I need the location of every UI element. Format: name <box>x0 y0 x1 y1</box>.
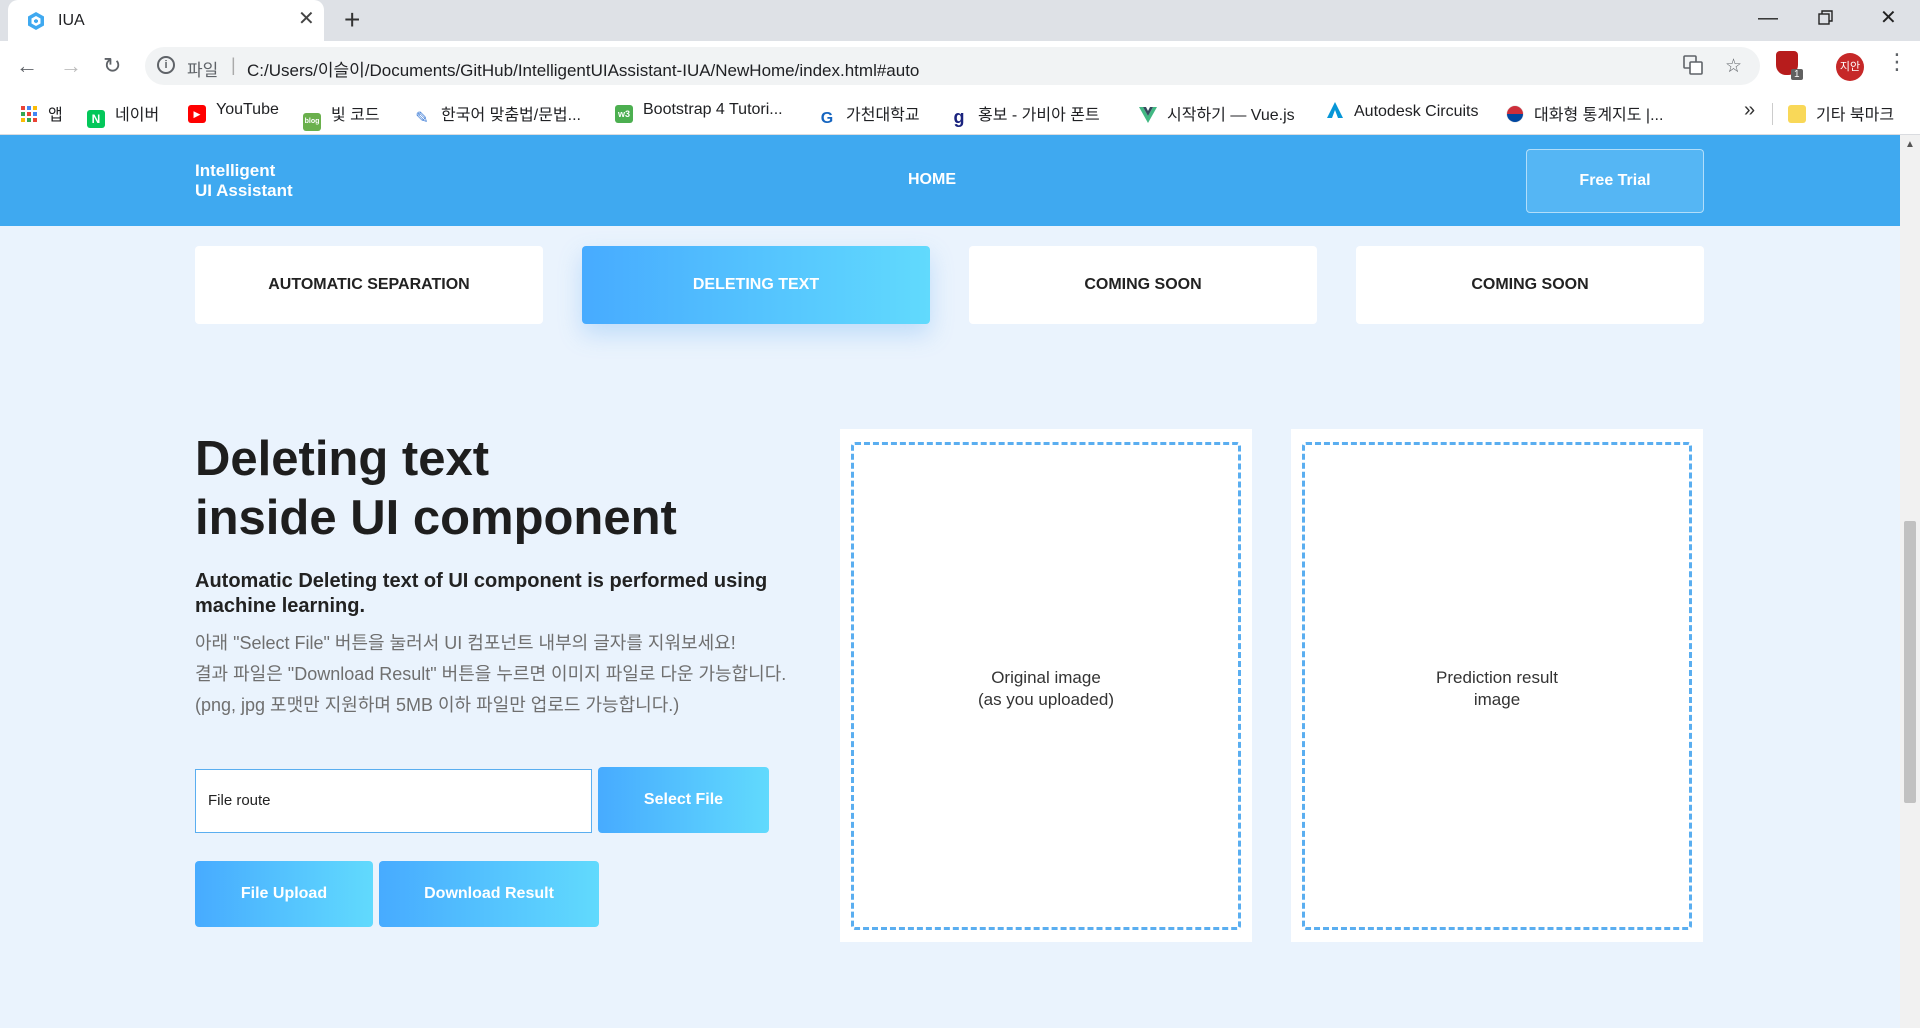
bookmark-label: 홍보 - 가비아 폰트 <box>978 107 1100 124</box>
url-scheme: 파일 <box>187 61 219 80</box>
new-tab-icon[interactable]: + <box>344 5 360 35</box>
youtube-icon: ▶ <box>188 105 206 123</box>
bookmark-statistics-map[interactable]: 대화형 통계지도 |... <box>1506 101 1663 127</box>
title-line-2: inside UI component <box>195 491 677 545</box>
address-bar[interactable]: i 파일 | C:/Users/이슬이/Documents/GitHub/Int… <box>145 47 1760 85</box>
file-upload-button[interactable]: File Upload <box>195 861 373 927</box>
bookmark-label: 대화형 통계지도 |... <box>1534 107 1664 124</box>
bookmark-gachon[interactable]: G 가천대학교 <box>818 101 920 127</box>
bookmark-label: 가천대학교 <box>846 107 920 124</box>
description-line-1: 아래 "Select File" 버튼을 눌러서 UI 컴포넌트 내부의 글자를… <box>195 633 736 653</box>
tab-coming-soon-2[interactable]: COMING SOON <box>1356 246 1704 324</box>
info-icon[interactable]: i <box>157 56 175 74</box>
prediction-result-placeholder: Prediction result image <box>1305 667 1689 711</box>
more-bookmarks-icon[interactable]: » <box>1744 99 1755 122</box>
extension-badge: 1 <box>1791 69 1803 80</box>
logo-line-2: UI Assistant <box>195 181 293 200</box>
bookmark-naver[interactable]: N 네이버 <box>87 101 160 128</box>
bookmark-label: 앱 <box>48 107 63 124</box>
original-image-panel: Original image (as you uploaded) <box>840 429 1252 942</box>
bookmark-apps[interactable]: 앱 <box>20 101 63 127</box>
bookmark-label: 한국어 맞춤법/문법... <box>441 107 581 124</box>
profile-avatar[interactable]: 지안 <box>1836 53 1864 81</box>
select-file-button[interactable]: Select File <box>598 767 769 833</box>
vue-icon <box>1139 107 1157 125</box>
tab-close-icon[interactable]: ✕ <box>298 9 315 29</box>
file-route-field[interactable]: File route <box>195 769 592 833</box>
nav-home-link[interactable]: HOME <box>908 171 956 189</box>
original-label-line-2: (as you uploaded) <box>977 690 1115 709</box>
original-image-placeholder: Original image (as you uploaded) <box>854 667 1238 711</box>
bookmark-autodesk[interactable]: Autodesk Circuits <box>1326 101 1479 127</box>
korea-flag-icon <box>1506 105 1524 123</box>
w3-icon: w3 <box>615 105 633 123</box>
tab-title: IUA <box>58 12 85 29</box>
close-window-icon[interactable]: ✕ <box>1880 6 1897 30</box>
free-trial-button[interactable]: Free Trial <box>1526 149 1704 213</box>
back-icon[interactable]: ← <box>16 55 38 77</box>
bookmark-vue[interactable]: 시작하기 — Vue.js <box>1139 101 1295 127</box>
page-subtitle: Automatic Deleting text of UI component … <box>195 570 768 617</box>
prediction-result-area: Prediction result image <box>1302 442 1692 930</box>
tab-coming-soon-1[interactable]: COMING SOON <box>969 246 1317 324</box>
page-content: Intelligent UI Assistant HOME Free Trial… <box>0 135 1900 1028</box>
bookmarks-bar: 앱 N 네이버 ▶ YouTube blog 빛 코드 ✎ 한국어 맞춤법/문법... … <box>0 93 1920 135</box>
browser-menu-icon[interactable]: ⋮ <box>1886 51 1908 73</box>
bookmark-label: Autodesk Circuits <box>1354 103 1479 120</box>
title-line-1: Deleting text <box>195 432 490 486</box>
folder-icon <box>1788 105 1806 123</box>
original-label-line-1: Original image <box>991 668 1101 687</box>
download-result-button[interactable]: Download Result <box>379 861 599 927</box>
naver-icon: N <box>87 110 105 128</box>
bookmark-other-folder[interactable]: 기타 북마크 <box>1788 101 1894 127</box>
bookmark-youtube[interactable]: ▶ YouTube <box>188 101 279 127</box>
logo-line-1: Intelligent <box>195 161 276 180</box>
forward-icon[interactable]: → <box>60 55 82 77</box>
browser-titlebar: IUA ✕ + — ✕ <box>0 0 1920 41</box>
bookmark-gabia[interactable]: g 홍보 - 가비아 폰트 <box>950 101 1100 127</box>
blog-icon: blog <box>303 113 321 131</box>
iua-favicon-icon <box>28 12 44 30</box>
bookmark-spellcheck[interactable]: ✎ 한국어 맞춤법/문법... <box>413 101 581 127</box>
page-title: Deleting text inside UI component <box>195 430 677 548</box>
autodesk-icon <box>1326 101 1344 119</box>
bookmark-label: 네이버 <box>115 107 160 124</box>
spellcheck-icon: ✎ <box>415 110 429 127</box>
apps-grid-icon <box>20 105 38 123</box>
site-logo[interactable]: Intelligent UI Assistant <box>195 161 293 201</box>
page-scrollbar[interactable]: ▲ <box>1900 135 1920 1028</box>
bookmark-label: 빛 코드 <box>331 107 380 124</box>
result-label-line-2: image <box>1473 690 1521 709</box>
original-image-dropzone[interactable]: Original image (as you uploaded) <box>851 442 1241 930</box>
bookmark-label: YouTube <box>216 101 279 118</box>
bookmark-star-icon[interactable]: ☆ <box>1725 55 1742 78</box>
browser-tab[interactable]: IUA ✕ <box>8 0 324 41</box>
site-header: Intelligent UI Assistant HOME Free Trial <box>0 135 1900 226</box>
bookmark-bootstrap[interactable]: w3 Bootstrap 4 Tutori... <box>615 101 783 127</box>
bookmark-label: Bootstrap 4 Tutori... <box>643 101 783 118</box>
minimize-icon[interactable]: — <box>1758 6 1778 30</box>
url-text[interactable]: C:/Users/이슬이/Documents/GitHub/Intelligen… <box>247 56 919 81</box>
translate-icon[interactable] <box>1683 55 1703 81</box>
restore-icon[interactable] <box>1818 8 1834 32</box>
tab-automatic-separation[interactable]: AUTOMATIC SEPARATION <box>195 246 543 324</box>
description-line-2: 결과 파일은 "Download Result" 버튼을 누르면 이미지 파일로… <box>195 664 787 684</box>
tab-deleting-text[interactable]: DELETING TEXT <box>582 246 930 324</box>
reload-icon[interactable]: ↻ <box>103 55 121 77</box>
bookmarks-divider <box>1772 103 1773 125</box>
page-description: 아래 "Select File" 버튼을 눌러서 UI 컴포넌트 내부의 글자를… <box>195 628 805 721</box>
gachon-icon: G <box>820 110 834 127</box>
scroll-up-icon[interactable]: ▲ <box>1905 139 1915 150</box>
bookmark-label: 시작하기 — Vue.js <box>1167 107 1295 124</box>
scrollbar-thumb[interactable] <box>1904 521 1916 803</box>
bookmark-blog[interactable]: blog 빛 코드 <box>303 101 380 131</box>
description-line-3: (png, jpg 포맷만 지원하며 5MB 이하 파일만 업로드 가능합니다.… <box>195 695 680 715</box>
result-label-line-1: Prediction result <box>1436 668 1558 687</box>
gabia-icon: g <box>953 107 965 127</box>
bookmark-label: 기타 북마크 <box>1816 107 1895 124</box>
url-separator: | <box>231 55 236 75</box>
browser-toolbar: ← → ↻ i 파일 | C:/Users/이슬이/Documents/GitH… <box>0 41 1920 93</box>
prediction-result-panel: Prediction result image <box>1291 429 1703 942</box>
